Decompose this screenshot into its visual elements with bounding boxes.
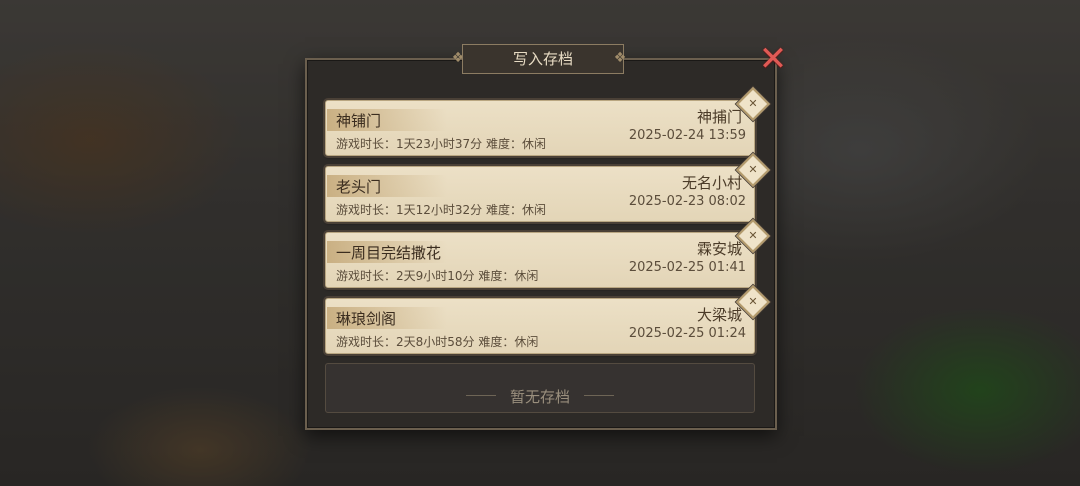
dialog-title: 写入存档 xyxy=(462,44,624,74)
empty-save-slot[interactable]: 暂无存档 xyxy=(325,363,755,413)
slot-date: 2025-02-25 01:41 xyxy=(628,260,746,275)
save-slot[interactable]: 一周目完结撒花 游戏时长：2天9小时10分 难度：休闲 霖安城 2025-02-… xyxy=(325,219,770,288)
empty-slot-label: 暂无存档 xyxy=(509,388,570,406)
slot-date: 2025-02-25 01:24 xyxy=(628,326,746,341)
slot-name: 琳琅剑阁 xyxy=(336,310,397,328)
slot-name: 神铺门 xyxy=(336,112,382,130)
close-x-icon[interactable]: ✕ xyxy=(758,42,788,76)
slot-date: 2025-02-23 08:02 xyxy=(628,194,746,209)
slot-meta: 游戏时长：2天8小时58分 难度：休闲 xyxy=(336,335,539,349)
slot-location: 大梁城 xyxy=(696,306,742,324)
slot-name: 老头门 xyxy=(336,178,382,196)
slot-location: 无名小村 xyxy=(681,174,742,192)
slot-date: 2025-02-24 13:59 xyxy=(628,128,746,143)
divider-right xyxy=(584,395,614,396)
slot-location: 霖安城 xyxy=(696,240,742,258)
title-ornament-right-icon: ❖ xyxy=(613,50,627,66)
slot-meta: 游戏时长：1天12小时32分 难度：休闲 xyxy=(336,203,546,217)
slot-location: 神捕门 xyxy=(696,108,742,126)
save-slot[interactable]: 老头门 游戏时长：1天12小时32分 难度：休闲 无名小村 2025-02-23… xyxy=(325,153,770,222)
game-background: ❖ 写入存档 ❖ ✕ 神铺门 游戏时长：1天23小时37分 难度：休闲 神捕门 … xyxy=(0,0,1080,486)
slot-meta: 游戏时长：1天23小时37分 难度：休闲 xyxy=(336,137,546,151)
save-slot[interactable]: 神铺门 游戏时长：1天23小时37分 难度：休闲 神捕门 2025-02-24 … xyxy=(325,87,770,156)
slot-name: 一周目完结撒花 xyxy=(336,244,442,262)
save-slot[interactable]: 琳琅剑阁 游戏时长：2天8小时58分 难度：休闲 大梁城 2025-02-25 … xyxy=(325,285,770,354)
slot-meta: 游戏时长：2天9小时10分 难度：休闲 xyxy=(336,269,539,283)
